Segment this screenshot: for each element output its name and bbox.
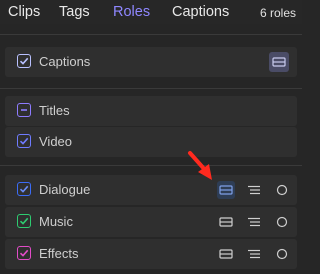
titles-checkbox[interactable] <box>17 103 31 117</box>
subroles-list-icon <box>248 185 260 195</box>
tab-roles[interactable]: Roles <box>113 4 150 20</box>
lane-icon <box>219 249 233 259</box>
tab-tags[interactable]: Tags <box>59 4 90 20</box>
checkmark-icon <box>19 185 29 193</box>
effects-focus-button[interactable] <box>273 245 291 263</box>
role-label: Captions <box>39 54 91 69</box>
lane-icon <box>219 185 233 195</box>
checkmark-icon <box>19 137 29 145</box>
role-label: Effects <box>39 246 79 261</box>
dialogue-lane-button[interactable] <box>217 181 235 199</box>
music-lane-button[interactable] <box>217 213 235 231</box>
circle-icon <box>276 184 288 196</box>
mixed-state-icon <box>21 109 27 111</box>
dialogue-checkbox[interactable] <box>17 182 31 196</box>
role-row-effects[interactable]: Effects <box>5 239 297 269</box>
role-label: Titles <box>39 103 70 118</box>
checkmark-icon <box>19 57 29 65</box>
checkmark-icon <box>19 249 29 257</box>
role-row-captions[interactable]: Captions <box>5 47 297 77</box>
captions-display-button[interactable] <box>269 52 289 72</box>
caption-lane-icon <box>272 57 286 67</box>
lane-icon <box>219 217 233 227</box>
subroles-list-icon <box>248 249 260 259</box>
tab-captions[interactable]: Captions <box>172 4 229 20</box>
role-label: Music <box>39 214 73 229</box>
dialogue-subroles-button[interactable] <box>245 181 263 199</box>
role-row-video[interactable]: Video <box>5 127 297 157</box>
effects-checkbox[interactable] <box>17 246 31 260</box>
music-checkbox[interactable] <box>17 214 31 228</box>
roles-count: 6 roles <box>259 6 296 20</box>
checkmark-icon <box>19 217 29 225</box>
effects-lane-button[interactable] <box>217 245 235 263</box>
video-checkbox[interactable] <box>17 134 31 148</box>
tab-bar: Clips Tags Roles Captions 6 roles <box>0 0 302 24</box>
role-row-music[interactable]: Music <box>5 207 297 237</box>
role-row-dialogue[interactable]: Dialogue <box>5 175 297 205</box>
divider <box>0 88 302 89</box>
captions-checkbox[interactable] <box>17 54 31 68</box>
effects-subroles-button[interactable] <box>245 245 263 263</box>
dialogue-focus-button[interactable] <box>273 181 291 199</box>
role-row-titles[interactable]: Titles <box>5 96 297 126</box>
circle-icon <box>276 216 288 228</box>
role-label: Video <box>39 134 73 149</box>
music-focus-button[interactable] <box>273 213 291 231</box>
subroles-list-icon <box>248 217 260 227</box>
music-subroles-button[interactable] <box>245 213 263 231</box>
divider <box>0 34 302 35</box>
tab-clips[interactable]: Clips <box>8 4 40 20</box>
role-label: Dialogue <box>39 182 91 197</box>
circle-icon <box>276 248 288 260</box>
divider <box>0 165 302 166</box>
